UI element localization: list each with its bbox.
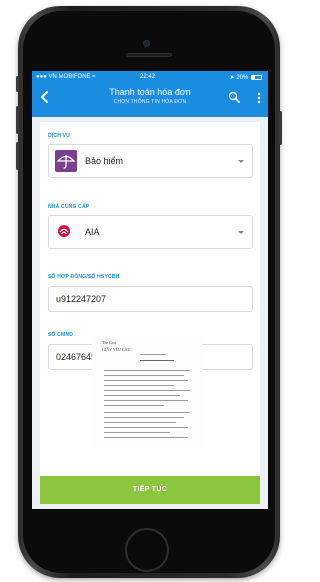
document-line <box>104 395 180 396</box>
continue-button[interactable]: TIẾP TỤC <box>40 476 260 504</box>
volume-up-button <box>16 106 19 134</box>
insurance-tile <box>55 150 77 172</box>
document-line <box>104 405 164 406</box>
document-line <box>104 380 188 381</box>
contract-number-value: u912247207 <box>56 294 107 304</box>
battery-percent: 20% <box>236 75 249 81</box>
document-line <box>104 432 170 433</box>
aia-logo-icon <box>58 225 70 237</box>
document-text: GIẤY YÊU CẦU <box>102 347 131 352</box>
chevron-left-icon[interactable] <box>38 90 52 104</box>
more-vertical-icon[interactable] <box>256 92 262 104</box>
document-line <box>104 385 174 386</box>
id-number-label: SỐ CMND <box>48 332 74 338</box>
provider-label: NHÀ CUNG CẤP <box>48 204 90 210</box>
service-value: Bảo hiểm <box>85 156 124 166</box>
document-line <box>104 375 184 376</box>
carrier-status: ●●● VN MOBIFONE ≈ <box>36 74 96 80</box>
volume-down-button <box>16 142 19 170</box>
document-line <box>140 360 174 361</box>
chevron-down-icon <box>238 160 244 163</box>
document-line <box>104 412 190 413</box>
power-button <box>279 111 282 145</box>
document-line <box>140 354 166 355</box>
battery-icon <box>251 74 262 80</box>
status-bar: ●●● VN MOBIFONE ≈ 22:42 ➤ 20% <box>32 71 268 84</box>
contract-number-input[interactable]: u912247207 <box>48 286 253 312</box>
page-subtitle: CHỌN THÔNG TIN HÓA ĐƠN <box>113 99 187 105</box>
location-icon: ➤ <box>229 75 235 81</box>
search-icon[interactable] <box>228 91 240 103</box>
document-line <box>104 400 188 401</box>
service-label: DỊCH VỤ <box>48 133 70 139</box>
status-time: 22:42 <box>140 74 156 80</box>
service-select[interactable]: Bảo hiểm <box>48 144 253 178</box>
document-line <box>104 417 184 418</box>
app-header: ●●● VN MOBIFONE ≈ 22:42 ➤ 20% Thanh toán… <box>32 71 268 117</box>
document-line <box>104 370 190 371</box>
provider-value: AIA <box>85 227 100 237</box>
carrier-name: VN MOBIFONE <box>48 74 91 80</box>
front-camera <box>143 40 150 47</box>
document-line <box>104 390 190 391</box>
earpiece-speaker <box>126 53 172 57</box>
mute-switch <box>16 76 19 92</box>
page-title: Thanh toán hóa đơn <box>109 87 191 97</box>
header-titles: Thanh toán hóa đơn CHỌN THÔNG TIN HÓA ĐƠ… <box>72 87 228 105</box>
signal-icon: ●●● <box>36 74 47 80</box>
wifi-icon: ≈ <box>92 74 96 80</box>
provider-select[interactable]: AIA <box>48 215 253 249</box>
chevron-down-icon <box>238 231 244 234</box>
home-button[interactable] <box>125 528 169 572</box>
document-preview-image: The Gioi GIẤY YÊU CẦU <box>92 334 202 450</box>
contract-label: SỐ HỢP ĐỒNG/SỐ HSYCBH <box>48 274 120 280</box>
document-line <box>104 437 188 438</box>
document-text: The Gioi <box>102 340 117 345</box>
document-line <box>104 427 188 428</box>
battery-status: ➤ 20% <box>230 74 262 81</box>
document-line <box>104 422 176 423</box>
app-screen: ●●● VN MOBIFONE ≈ 22:42 ➤ 20% Thanh toán… <box>32 71 268 509</box>
umbrella-icon <box>56 155 76 169</box>
